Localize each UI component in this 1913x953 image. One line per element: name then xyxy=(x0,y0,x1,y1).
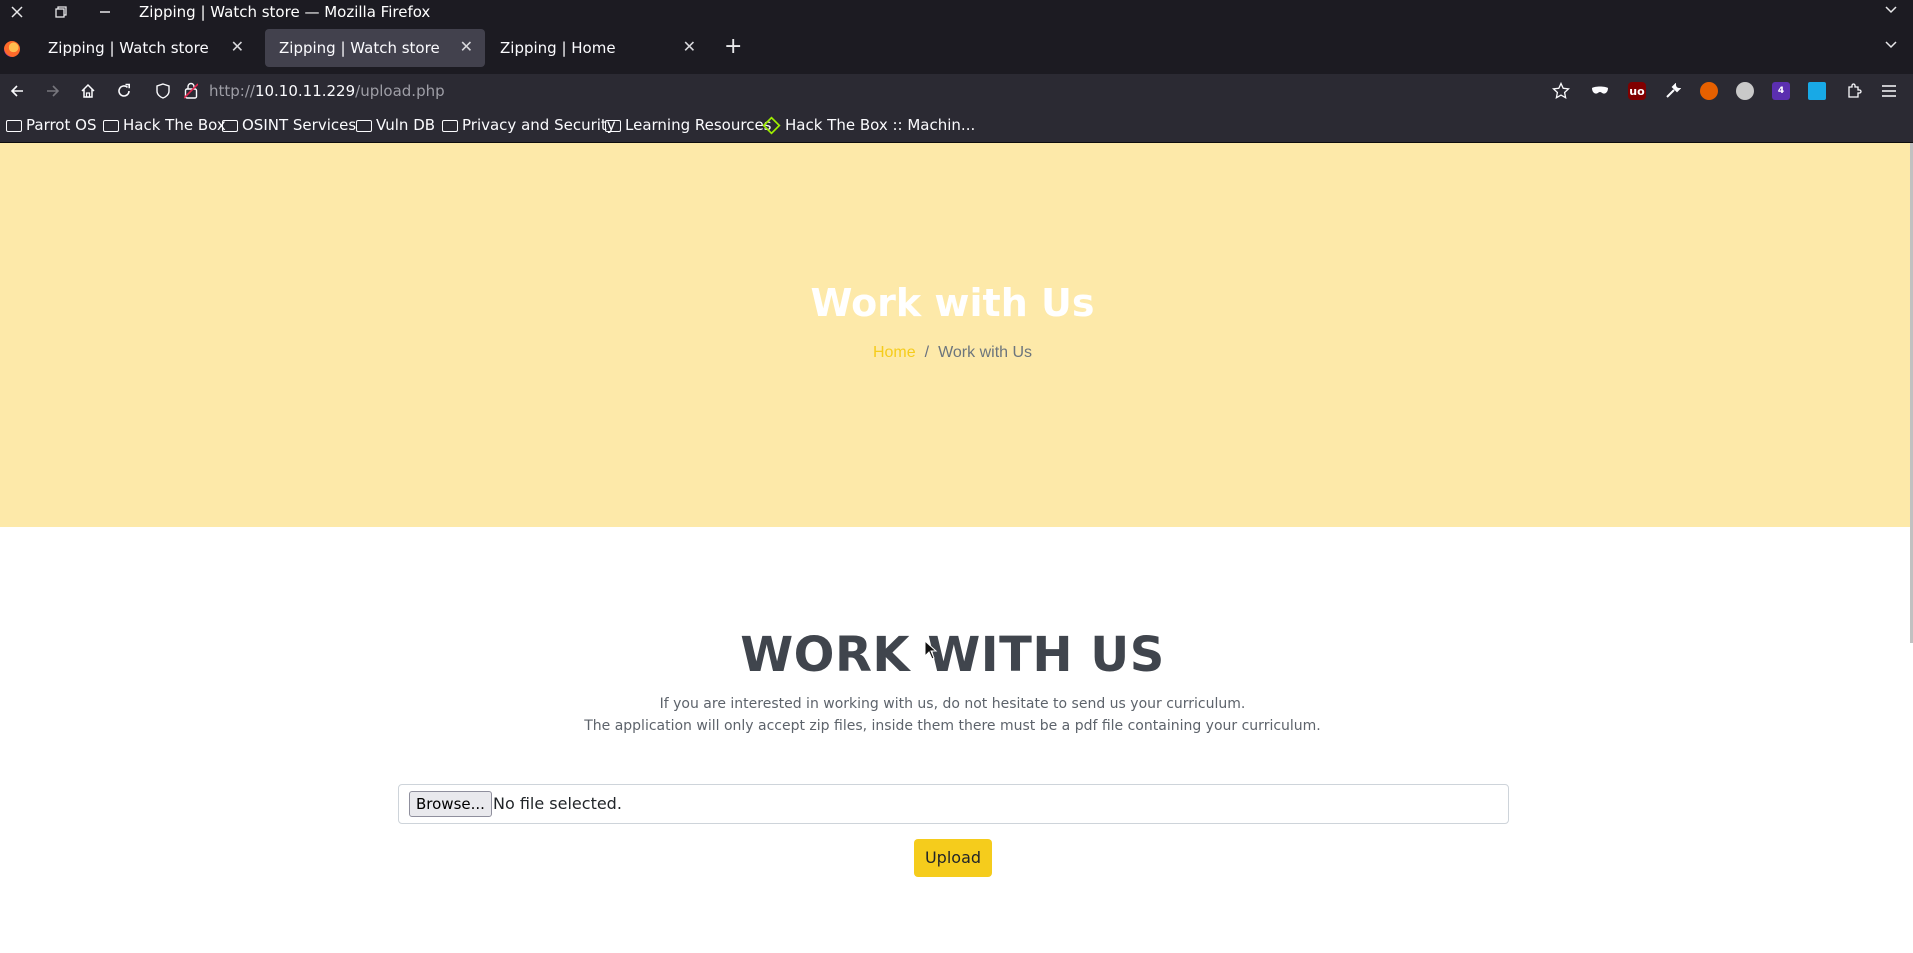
ublock-origin-icon[interactable]: uo xyxy=(1628,82,1646,100)
tab-strip: Zipping | Watch store ✕ Zipping | Watch … xyxy=(0,24,1913,74)
file-status-text: No file selected. xyxy=(493,794,622,813)
bookmark-parrot-os[interactable]: Parrot OS xyxy=(6,116,96,134)
wrench-tools-icon[interactable] xyxy=(1664,82,1682,100)
restore-window-icon[interactable] xyxy=(49,0,73,24)
upload-button[interactable]: Upload xyxy=(914,839,992,877)
bookmark-vuln-db[interactable]: Vuln DB xyxy=(356,116,435,134)
breadcrumb-current: Work with Us xyxy=(938,344,1033,361)
bookmark-htb-machines[interactable]: Hack The Box :: Machin... xyxy=(762,115,976,135)
window-title: Zipping | Watch store — Mozilla Firefox xyxy=(139,3,431,21)
tab-label: Zipping | Watch store xyxy=(48,39,209,57)
close-tab-icon[interactable]: ✕ xyxy=(460,37,473,56)
folder-icon xyxy=(103,120,119,132)
insecure-lock-icon[interactable] xyxy=(183,82,199,103)
bookmark-label: Parrot OS xyxy=(26,116,97,134)
extensions-puzzle-icon[interactable] xyxy=(1845,82,1863,100)
foxyproxy-icon[interactable] xyxy=(1700,82,1718,100)
bookmark-star-icon[interactable] xyxy=(1552,81,1570,104)
url-host: 10.10.11.229 xyxy=(254,82,356,100)
chevron-down-icon[interactable] xyxy=(1885,3,1897,17)
back-arrow-icon[interactable] xyxy=(4,78,30,104)
folder-icon xyxy=(442,120,458,132)
minimize-window-icon[interactable] xyxy=(93,0,117,24)
bookmark-label: Privacy and Security xyxy=(462,116,616,134)
list-all-tabs-icon[interactable] xyxy=(1885,38,1897,52)
intro-text: If you are interested in working with us… xyxy=(659,696,1246,712)
mouse-cursor-icon xyxy=(924,639,938,664)
close-tab-icon[interactable]: ✕ xyxy=(683,37,696,56)
firefox-logo-icon[interactable] xyxy=(4,41,20,57)
file-upload-input[interactable]: Browse... No file selected. xyxy=(398,784,1509,824)
bookmark-osint-services[interactable]: OSINT Services xyxy=(222,116,356,134)
new-tab-icon[interactable]: + xyxy=(724,36,742,58)
tab-watch-store-1[interactable]: Zipping | Watch store ✕ xyxy=(34,29,256,67)
folder-icon xyxy=(605,120,621,132)
bookmark-label: Hack The Box xyxy=(123,116,226,134)
breadcrumb: Home / Work with Us xyxy=(0,344,1905,362)
save-disk-icon[interactable] xyxy=(1808,82,1826,100)
bookmark-label: Learning Resources xyxy=(625,116,772,134)
reload-icon[interactable] xyxy=(111,78,137,104)
close-tab-icon[interactable]: ✕ xyxy=(231,37,244,56)
browse-button[interactable]: Browse... xyxy=(409,791,492,817)
hero-banner: Work with Us Home / Work with Us xyxy=(0,143,1910,527)
forward-arrow-icon[interactable] xyxy=(40,78,66,104)
address-bar[interactable]: http://10.10.11.229/upload.php xyxy=(148,77,1548,105)
section-title: WORK WITH US xyxy=(740,627,1165,683)
breadcrumb-home-link[interactable]: Home xyxy=(873,344,916,361)
tab-label: Zipping | Home xyxy=(500,39,616,57)
private-mask-icon[interactable] xyxy=(1591,82,1609,100)
tab-home[interactable]: Zipping | Home ✕ xyxy=(486,29,708,67)
instructions-text: The application will only accept zip fil… xyxy=(584,718,1321,734)
page-content: Work with Us Home / Work with Us WORK WITH… xyxy=(0,143,1913,953)
url-text[interactable]: http://10.10.11.229/upload.php xyxy=(209,82,445,100)
bookmark-label: OSINT Services xyxy=(242,116,357,134)
hero-title: Work with Us xyxy=(810,281,1095,325)
hamburger-menu-icon[interactable] xyxy=(1880,82,1898,100)
navigation-toolbar: http://10.10.11.229/upload.php uo 4 xyxy=(0,74,1913,108)
folder-icon xyxy=(356,120,372,132)
folder-icon xyxy=(222,120,238,132)
bookmarks-toolbar: Parrot OS Hack The Box OSINT Services Vu… xyxy=(0,108,1913,143)
tab-watch-store-2[interactable]: Zipping | Watch store ✕ xyxy=(265,29,485,67)
extension-badge-icon[interactable]: 4 xyxy=(1772,82,1790,100)
bookmark-privacy-security[interactable]: Privacy and Security xyxy=(442,116,616,134)
window-titlebar: Zipping | Watch store — Mozilla Firefox xyxy=(0,0,1913,24)
url-scheme: http:// xyxy=(209,82,255,100)
tab-label: Zipping | Watch store xyxy=(279,39,440,57)
bookmark-label: Vuln DB xyxy=(376,116,436,134)
htb-cube-icon xyxy=(762,115,781,135)
wappalyzer-avatar-icon[interactable] xyxy=(1736,82,1754,100)
url-path: /upload.php xyxy=(355,82,445,100)
bookmark-learning-resources[interactable]: Learning Resources xyxy=(605,116,772,134)
folder-icon xyxy=(6,120,22,132)
home-icon[interactable] xyxy=(75,78,101,104)
breadcrumb-separator: / xyxy=(924,344,930,361)
bookmark-label: Hack The Box :: Machin... xyxy=(785,116,976,134)
tracking-protection-shield-icon[interactable] xyxy=(156,83,170,103)
bookmark-hack-the-box[interactable]: Hack The Box xyxy=(103,116,226,134)
close-window-icon[interactable] xyxy=(5,0,29,24)
